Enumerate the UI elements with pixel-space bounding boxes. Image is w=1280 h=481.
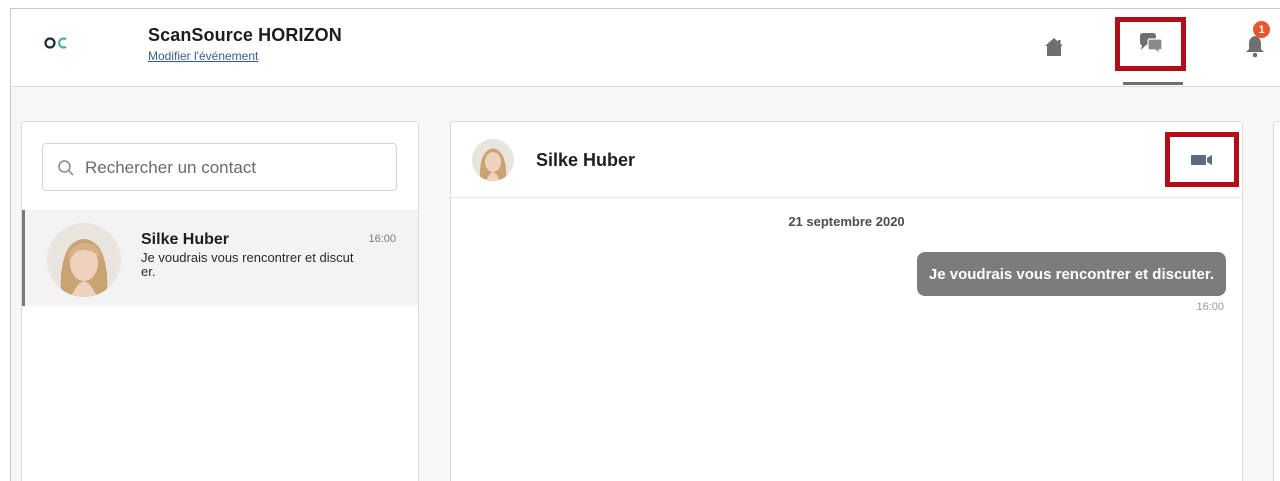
search-input[interactable] <box>85 153 385 183</box>
search-icon <box>58 160 74 176</box>
side-panel-edge <box>1273 121 1280 481</box>
event-title: ScanSource HORIZON <box>148 25 342 45</box>
message-timestamp: 16:00 <box>1196 301 1224 313</box>
contact-search <box>42 143 397 191</box>
date-separator: 21 septembre 2020 <box>788 214 905 229</box>
contacts-panel: Silke Huber 16:00 Je voudrais vous renco… <box>21 121 419 481</box>
chat-bubbles-icon <box>1139 33 1163 56</box>
conversation-contact-name: Silke Huber <box>536 150 636 170</box>
conversation-header: Silke Huber <box>451 122 1242 198</box>
messages-button[interactable] <box>1115 17 1186 71</box>
app-window: ScanSource HORIZON Modifier l'événement … <box>10 8 1280 481</box>
conversation-panel: Silke Huber 21 septembre 2020 Je voudrai… <box>450 121 1243 481</box>
video-call-button[interactable] <box>1165 132 1239 187</box>
message-bubble: Je voudrais vous rencontrer et discuter. <box>916 252 1226 296</box>
contact-list-item[interactable]: Silke Huber 16:00 Je voudrais vous renco… <box>22 210 418 306</box>
avatar <box>472 139 514 181</box>
video-camera-icon <box>1191 154 1212 165</box>
avatar <box>47 223 121 297</box>
notification-badge: 1 <box>1253 21 1270 38</box>
home-button[interactable] <box>1041 34 1067 60</box>
contact-timestamp: 16:00 <box>368 233 396 245</box>
active-tab-indicator <box>1123 82 1183 85</box>
last-message-preview: Je voudrais vous rencontrer et discuter. <box>141 250 354 279</box>
home-icon <box>1045 38 1063 56</box>
contact-name: Silke Huber <box>141 231 230 248</box>
edit-event-link[interactable]: Modifier l'événement <box>148 49 258 63</box>
oc-logo-icon[interactable] <box>43 36 71 50</box>
top-bar: ScanSource HORIZON Modifier l'événement … <box>11 9 1280 87</box>
